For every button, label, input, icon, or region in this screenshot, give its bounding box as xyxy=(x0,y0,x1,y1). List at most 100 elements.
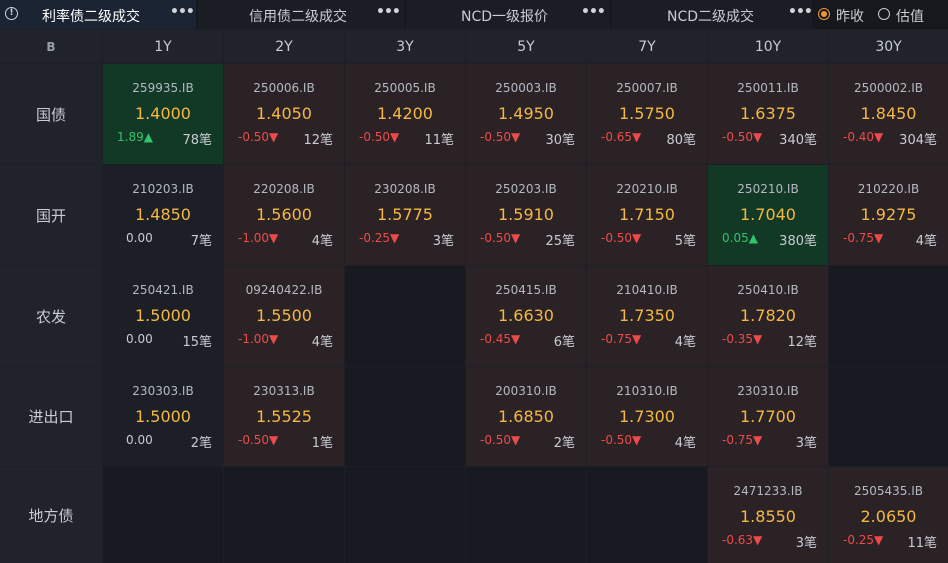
quote-cell[interactable]: 220210.IB 1.7150 -0.50▼ 5笔 xyxy=(587,165,707,265)
quote-cell[interactable]: 200310.IB 1.6850 -0.50▼ 2笔 xyxy=(466,367,586,466)
quote-cell[interactable]: 250003.IB 1.4950 -0.50▼ 30笔 xyxy=(466,64,586,164)
tenor-header[interactable]: 10Y xyxy=(708,30,828,63)
quote-cell[interactable]: 250415.IB 1.6630 -0.45▼ 6笔 xyxy=(466,266,586,366)
tenor-header[interactable]: 7Y xyxy=(587,30,707,63)
tab-label: 信用债二级成交 xyxy=(249,9,347,25)
price-change: -1.00▼ xyxy=(238,231,279,245)
price-change: 1.89▲ xyxy=(117,130,153,144)
empty-cell xyxy=(224,467,344,563)
bond-price: 1.7820 xyxy=(740,306,796,325)
tab-credit-bond-secondary[interactable]: 信用债二级成交 ••• xyxy=(198,0,404,29)
bond-price: 2.0650 xyxy=(860,507,917,526)
trade-count: 4笔 xyxy=(915,234,937,249)
empty-cell xyxy=(466,467,586,563)
bond-code: 259935.IB xyxy=(132,81,194,95)
quote-cell[interactable]: 250011.IB 1.6375 -0.50▼ 340笔 xyxy=(708,64,828,164)
bond-price: 1.6850 xyxy=(498,407,554,426)
price-change: -0.50▼ xyxy=(359,130,400,144)
quote-cell[interactable]: 250006.IB 1.4050 -0.50▼ 12笔 xyxy=(224,64,344,164)
radio-prev-close-label[interactable]: 昨收 xyxy=(836,6,864,26)
quote-cell[interactable]: 230208.IB 1.5775 -0.25▼ 3笔 xyxy=(345,165,465,265)
quote-cell[interactable]: 2471233.IB 1.8550 -0.63▼ 3笔 xyxy=(708,467,828,563)
quote-cell[interactable]: 250410.IB 1.7820 -0.35▼ 12笔 xyxy=(708,266,828,366)
trade-count: 25笔 xyxy=(545,234,575,249)
radio-valuation-label[interactable]: 估值 xyxy=(896,6,924,26)
quote-cell[interactable]: 250210.IB 1.7040 0.05▲ 380笔 xyxy=(708,165,828,265)
trade-count: 2笔 xyxy=(553,436,575,451)
quote-cell[interactable]: 250203.IB 1.5910 -0.50▼ 25笔 xyxy=(466,165,586,265)
bond-code: 250006.IB xyxy=(253,81,315,95)
tab-ncd-primary-quote[interactable]: NCD一级报价 ••• xyxy=(406,0,610,29)
more-icon[interactable]: ••• xyxy=(376,4,401,20)
bond-price: 1.7350 xyxy=(619,306,675,325)
bond-price: 1.8550 xyxy=(740,507,796,526)
quote-cell[interactable]: 2500002.IB 1.8450 -0.40▼ 304笔 xyxy=(829,64,948,164)
quote-cell[interactable]: 210310.IB 1.7300 -0.50▼ 4笔 xyxy=(587,367,707,466)
price-change: -0.50▼ xyxy=(238,433,279,447)
quote-cell[interactable]: 210203.IB 1.4850 0.00 7笔 xyxy=(103,165,223,265)
info-icon[interactable]: ! xyxy=(5,7,18,20)
row-label: 进出口 xyxy=(0,367,102,466)
radio-valuation[interactable] xyxy=(878,8,890,20)
price-change: 0.00 xyxy=(126,231,153,245)
quote-cell[interactable]: 210410.IB 1.7350 -0.75▼ 4笔 xyxy=(587,266,707,366)
bond-code: 230208.IB xyxy=(374,182,436,196)
tenor-header[interactable]: 3Y xyxy=(345,30,465,63)
bond-price: 1.7150 xyxy=(619,205,675,224)
bond-price: 1.8450 xyxy=(860,104,917,123)
empty-cell xyxy=(829,266,948,366)
bond-code: 220210.IB xyxy=(616,182,678,196)
quote-cell[interactable]: 2505435.IB 2.0650 -0.25▼ 11笔 xyxy=(829,467,948,563)
row-label: 国债 xyxy=(0,64,102,164)
bond-code: 2500002.IB xyxy=(853,81,924,95)
radio-prev-close[interactable] xyxy=(818,8,830,20)
bond-price: 1.5000 xyxy=(135,306,191,325)
quote-cell[interactable]: 210220.IB 1.9275 -0.75▼ 4笔 xyxy=(829,165,948,265)
price-change: -0.25▼ xyxy=(359,231,400,245)
price-change: -0.50▼ xyxy=(480,130,521,144)
trade-count: 78笔 xyxy=(182,133,212,148)
quote-cell[interactable]: 220208.IB 1.5600 -1.00▼ 4笔 xyxy=(224,165,344,265)
price-change: -0.25▼ xyxy=(843,533,884,547)
bond-code: 230313.IB xyxy=(253,384,315,398)
quote-cell[interactable]: 250421.IB 1.5000 0.00 15笔 xyxy=(103,266,223,366)
trade-count: 380笔 xyxy=(779,234,817,249)
empty-cell xyxy=(345,467,465,563)
quote-cell[interactable]: 230310.IB 1.7700 -0.75▼ 3笔 xyxy=(708,367,828,466)
bond-price: 1.4200 xyxy=(377,104,433,123)
bond-code: 210203.IB xyxy=(132,182,194,196)
trade-count: 7笔 xyxy=(190,234,212,249)
bond-code: 250003.IB xyxy=(495,81,557,95)
row-label: 地方债 xyxy=(0,467,102,563)
quote-cell[interactable]: 259935.IB 1.4000 1.89▲ 78笔 xyxy=(103,64,223,164)
bond-price: 1.6375 xyxy=(740,104,796,123)
more-icon[interactable]: ••• xyxy=(170,4,195,20)
trade-count: 4笔 xyxy=(674,335,696,350)
bond-code: 210220.IB xyxy=(857,182,920,196)
bond-code: 250203.IB xyxy=(495,182,557,196)
quote-cell[interactable]: 250005.IB 1.4200 -0.50▼ 11笔 xyxy=(345,64,465,164)
quote-cell[interactable]: 230303.IB 1.5000 0.00 2笔 xyxy=(103,367,223,466)
tab-ncd-secondary[interactable]: NCD二级成交 ••• xyxy=(612,0,813,29)
more-icon[interactable]: ••• xyxy=(788,4,813,20)
corner-icon[interactable]: B xyxy=(46,40,55,54)
quote-cell[interactable]: 09240422.IB 1.5500 -1.00▼ 4笔 xyxy=(224,266,344,366)
bond-code: 250415.IB xyxy=(495,283,557,297)
trade-count: 4笔 xyxy=(311,234,333,249)
tenor-header[interactable]: 5Y xyxy=(466,30,586,63)
quote-cell[interactable]: 250007.IB 1.5750 -0.65▼ 80笔 xyxy=(587,64,707,164)
tab-label: NCD一级报价 xyxy=(461,9,549,25)
bond-code: 2505435.IB xyxy=(853,484,924,498)
row-label: 农发 xyxy=(0,266,102,366)
tenor-header[interactable]: 30Y xyxy=(829,30,948,63)
tab-rate-bond-secondary[interactable]: ! 利率债二级成交 ••• xyxy=(0,0,196,29)
price-change: -0.50▼ xyxy=(480,231,521,245)
bond-price: 1.5525 xyxy=(256,407,312,426)
trade-count: 4笔 xyxy=(674,436,696,451)
more-icon[interactable]: ••• xyxy=(581,4,606,20)
tenor-header[interactable]: 2Y xyxy=(224,30,344,63)
price-change: 0.00 xyxy=(126,433,153,447)
tenor-header[interactable]: 1Y xyxy=(103,30,223,63)
bond-code: 250005.IB xyxy=(374,81,436,95)
quote-cell[interactable]: 230313.IB 1.5525 -0.50▼ 1笔 xyxy=(224,367,344,466)
